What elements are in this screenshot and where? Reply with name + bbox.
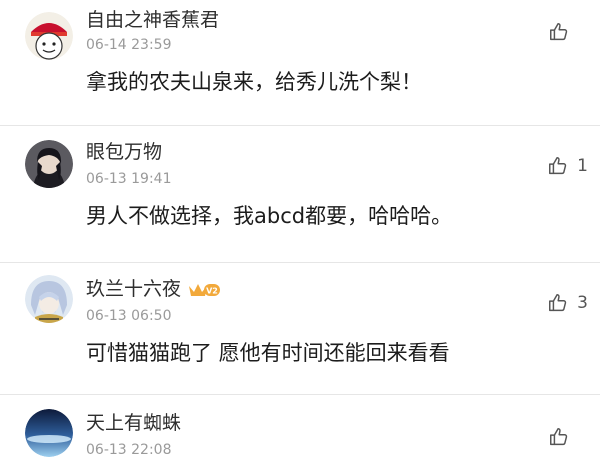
like-button[interactable] (548, 20, 588, 44)
like-count: 3 (577, 293, 588, 313)
comment-timestamp: 06-13 19:41 (86, 171, 172, 187)
thumbs-up-icon (547, 155, 569, 177)
avatar[interactable] (25, 140, 73, 188)
like-count: 1 (577, 156, 588, 176)
comment-username[interactable]: 天上有蜘蛛 (86, 411, 181, 435)
comment-timestamp: 06-13 22:08 (86, 442, 172, 458)
comment-username[interactable]: 玖兰十六夜 V2 (86, 277, 221, 301)
comment-content: 男人不做选择，我abcd都要，哈哈哈。 (86, 204, 453, 228)
comment-username[interactable]: 眼包万物 (86, 140, 162, 164)
vip-badge-label: V2 (206, 286, 218, 295)
avatar[interactable] (25, 12, 73, 60)
like-button[interactable]: 3 (547, 291, 588, 315)
comment-item: 眼包万物 06-13 19:41 1 男人不做选择，我abcd都要，哈哈哈。 (0, 126, 600, 263)
comment-item: 天上有蜘蛛 06-13 22:08 (0, 395, 600, 469)
comment-username[interactable]: 自由之神香蕉君 (86, 8, 219, 32)
comment-item: 自由之神香蕉君 06-14 23:59 拿我的农夫山泉来，给秀儿洗个梨！ (0, 0, 600, 126)
comment-content: 拿我的农夫山泉来，给秀儿洗个梨！ (86, 70, 422, 94)
comment-content: 可惜猫猫跑了 愿他有时间还能回来看看 (86, 341, 450, 365)
comment-timestamp: 06-13 06:50 (86, 308, 172, 324)
like-button[interactable] (548, 425, 588, 449)
comment-timestamp: 06-14 23:59 (86, 37, 172, 53)
comment-item: 玖兰十六夜 V2 06-13 06:50 3 可惜猫猫跑了 愿他有时间还能回来看… (0, 263, 600, 395)
avatar[interactable] (25, 275, 73, 323)
avatar[interactable] (25, 409, 73, 457)
comment-username-text: 玖兰十六夜 (86, 278, 182, 300)
thumbs-up-icon (548, 21, 570, 43)
thumbs-up-icon (547, 292, 569, 314)
thumbs-up-icon (548, 426, 570, 448)
comment-feed: 自由之神香蕉君 06-14 23:59 拿我的农夫山泉来，给秀儿洗个梨！ 眼包万… (0, 0, 600, 469)
like-button[interactable]: 1 (547, 154, 588, 178)
vip-badge-icon: V2 (187, 280, 221, 300)
